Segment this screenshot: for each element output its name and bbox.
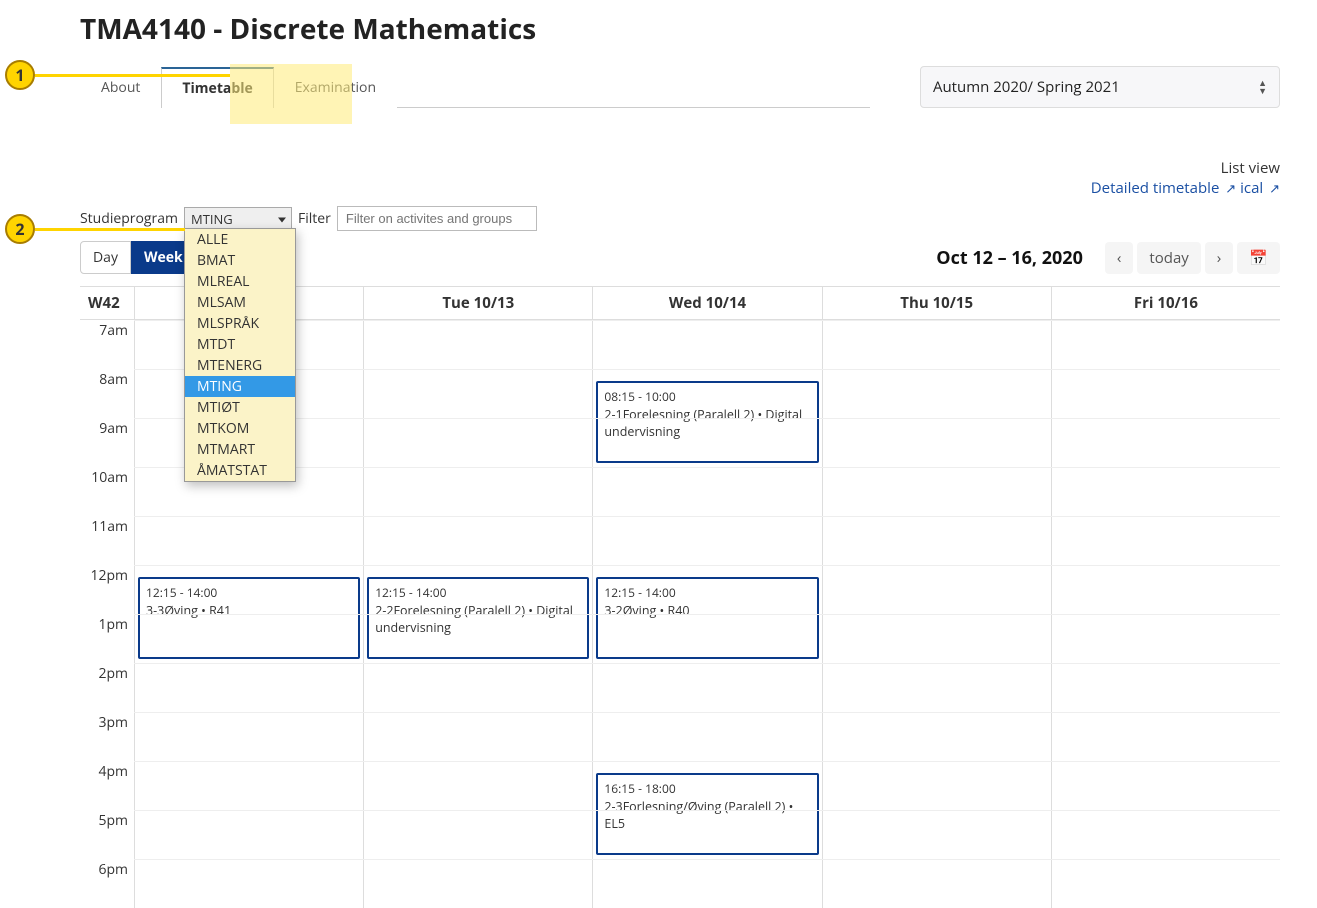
hour-label: 4pm [80,761,134,810]
event-time: 12:15 - 14:00 [375,584,581,601]
annotation-line-1 [35,74,230,77]
studieprogram-select[interactable]: MTING [184,207,292,231]
sort-icon: ▲▼ [1258,79,1267,95]
ical-link[interactable]: ical ↗ [1240,178,1280,198]
external-link-icon: ↗ [1225,179,1236,197]
calendar-event[interactable]: 16:15 - 18:002-3Forlesning/Øving (Parale… [596,773,818,855]
day-header: Wed 10/14 [592,287,821,319]
event-time: 08:15 - 10:00 [604,388,810,405]
prev-button[interactable]: ‹ [1105,242,1134,274]
tabs: About Timetable Examination [80,66,870,108]
hour-label: 6pm [80,859,134,908]
term-select[interactable]: Autumn 2020/ Spring 2021 ▲▼ [920,66,1280,108]
dropdown-option[interactable]: MTING [185,376,295,397]
filter-label: Filter [298,209,331,228]
calendar-icon[interactable]: 📅 [1237,242,1280,274]
day-view-button[interactable]: Day [80,241,131,274]
event-description: 3-3Øving • R41 [146,602,352,619]
calendar-event[interactable]: 12:15 - 14:003-2Øving • R40 [596,577,818,659]
hour-label: 9am [80,418,134,467]
calendar-event[interactable]: 08:15 - 10:002-1Forelesning (Paralell 2)… [596,381,818,463]
dropdown-option[interactable]: MLREAL [185,271,295,292]
annotation-line-2 [35,228,185,231]
list-view-link[interactable]: List view [1221,158,1280,178]
hour-label: 11am [80,516,134,565]
annotation-badge-2: 2 [5,214,35,244]
event-description: 2-2Forelesning (Paralell 2) • Digital un… [375,602,581,636]
calendar-event[interactable]: 12:15 - 14:003-3Øving • R41 [138,577,360,659]
hour-label: 1pm [80,614,134,663]
dropdown-option[interactable]: ALLE [185,229,295,250]
hour-label: 7am [80,320,134,369]
term-select-value: Autumn 2020/ Spring 2021 [933,77,1120,97]
hour-label: 2pm [80,663,134,712]
hour-label: 12pm [80,565,134,614]
dropdown-option[interactable]: MTENERG [185,355,295,376]
dropdown-option[interactable]: MTMART [185,439,295,460]
event-description: 2-3Forlesning/Øving (Paralell 2) • EL5 [604,798,810,832]
dropdown-option[interactable]: MLSPRÅK [185,313,295,334]
dropdown-option[interactable]: MLSAM [185,292,295,313]
day-header: Fri 10/16 [1051,287,1280,319]
calendar-event[interactable]: 12:15 - 14:002-2Forelesning (Paralell 2)… [367,577,589,659]
tab-examination[interactable]: Examination [274,67,397,108]
external-link-icon: ↗ [1269,179,1280,197]
day-header: Tue 10/13 [363,287,592,319]
hour-label: 3pm [80,712,134,761]
hour-label: 5pm [80,810,134,859]
event-time: 12:15 - 14:00 [604,584,810,601]
annotation-badge-1: 1 [5,60,35,90]
studieprogram-dropdown[interactable]: ALLEBMATMLREALMLSAMMLSPRÅKMTDTMTENERGMTI… [184,228,296,482]
today-button[interactable]: today [1137,242,1200,274]
event-time: 16:15 - 18:00 [604,780,810,797]
dropdown-option[interactable]: ÅMATSTAT [185,460,295,481]
dropdown-option[interactable]: MTDT [185,334,295,355]
studieprogram-label: Studieprogram [80,209,178,228]
date-range: Oct 12 – 16, 2020 [936,246,1083,270]
detailed-timetable-link[interactable]: Detailed timetable ↗ [1091,178,1236,198]
day-header: Thu 10/15 [822,287,1051,319]
dropdown-option[interactable]: MTIØT [185,397,295,418]
week-label: W42 [80,287,134,319]
event-description: 2-1Forelesning (Paralell 2) • Digital un… [604,406,810,440]
filter-input[interactable] [337,206,537,231]
hour-label: 8am [80,369,134,418]
dropdown-option[interactable]: MTKOM [185,418,295,439]
event-time: 12:15 - 14:00 [146,584,352,601]
dropdown-option[interactable]: BMAT [185,250,295,271]
next-button[interactable]: › [1205,242,1234,274]
page-title: TMA4140 - Discrete Mathematics [80,10,1280,48]
event-description: 3-2Øving • R40 [604,602,810,619]
hour-label: 10am [80,467,134,516]
